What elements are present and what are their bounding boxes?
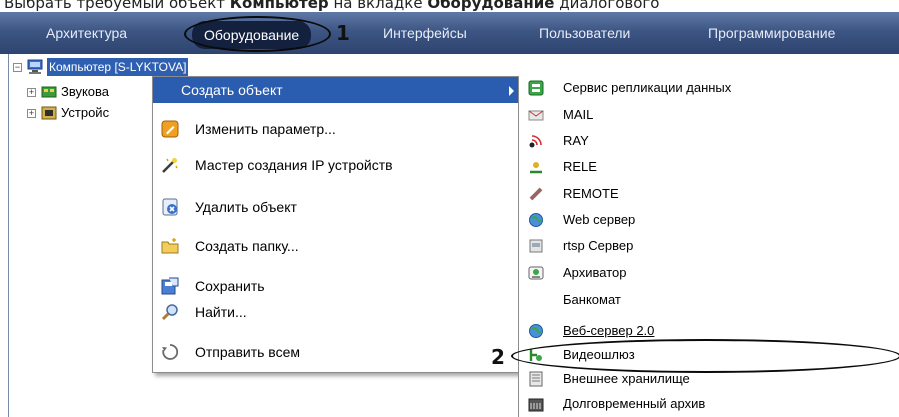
submenu-item-archiver[interactable]: Архиватор xyxy=(519,262,899,284)
collapse-icon[interactable]: − xyxy=(13,63,22,72)
submenu-item-ray[interactable]: RAY xyxy=(519,130,899,152)
folder-icon xyxy=(161,238,179,254)
submenu-item-atm[interactable]: Банкомат xyxy=(519,289,899,311)
storage-icon xyxy=(529,371,543,387)
submenu-item-mail[interactable]: MAIL xyxy=(519,104,899,126)
submenu-item-video-gateway[interactable]: Видеошлюз xyxy=(519,344,899,366)
submenu-item-longterm-archive[interactable]: Долговременный архив xyxy=(519,393,899,415)
submenu-item-rtsp[interactable]: rtsp Сервер xyxy=(519,235,899,257)
caption-bold-computer: Компьютер xyxy=(229,0,329,12)
submenu-item-rele[interactable]: RELE xyxy=(519,156,899,178)
tab-architecture[interactable]: Архитектура xyxy=(46,20,127,46)
video-gateway-icon xyxy=(529,349,542,361)
wizard-icon xyxy=(162,158,178,173)
send-icon xyxy=(162,344,179,360)
menu-item-save[interactable]: Сохранить xyxy=(153,273,522,299)
submenu-item-external-storage[interactable]: Внешнее хранилище xyxy=(519,368,899,390)
longterm-archive-icon xyxy=(528,398,544,412)
submenu-arrow-icon xyxy=(509,86,514,96)
tab-programming[interactable]: Программирование xyxy=(708,20,835,46)
menu-item-create-folder[interactable]: Создать папку... xyxy=(153,233,522,259)
ray-icon xyxy=(529,135,542,148)
web-server-icon xyxy=(529,213,543,227)
create-object-submenu: Сервис репликации данных MAIL RAY RELE R… xyxy=(518,76,899,417)
submenu-item-remote[interactable]: REMOTE xyxy=(519,183,899,205)
tab-users[interactable]: Пользователи xyxy=(539,20,630,46)
caption-bold-equipment: Оборудование xyxy=(427,0,555,12)
mail-icon xyxy=(528,110,544,121)
caption-middle: на вкладке xyxy=(328,0,428,12)
web-server-2-icon xyxy=(529,324,543,338)
replication-icon xyxy=(528,80,544,96)
submenu-item-web-server[interactable]: Web сервер xyxy=(519,209,899,231)
edit-icon xyxy=(161,120,179,138)
step-marker-1: 1 xyxy=(336,21,350,45)
expand-icon[interactable]: + xyxy=(27,109,36,118)
step-marker-2: 2 xyxy=(491,345,505,369)
menu-item-edit-parameter[interactable]: Изменить параметр... xyxy=(153,116,522,142)
search-icon xyxy=(161,304,178,321)
menu-item-find[interactable]: Найти... xyxy=(153,299,522,325)
caption-prefix: Выбрать требуемый объект xyxy=(4,0,230,12)
expand-icon[interactable]: + xyxy=(27,88,36,97)
tab-interfaces[interactable]: Интерфейсы xyxy=(383,20,467,46)
rtsp-icon xyxy=(529,239,543,253)
menu-item-send-all[interactable]: Отправить всем xyxy=(153,339,522,365)
relay-icon xyxy=(530,162,542,174)
context-menu: Создать объект Изменить параметр... Маст… xyxy=(152,76,523,373)
menu-item-ip-wizard[interactable]: Мастер создания IP устройств xyxy=(153,152,522,178)
tab-equipment[interactable]: Оборудование xyxy=(192,21,312,49)
menu-item-create-object[interactable]: Создать объект xyxy=(153,77,522,103)
submenu-item-replication[interactable]: Сервис репликации данных xyxy=(519,77,899,99)
tree-label-computer[interactable]: Компьютер [S-LYKTOVA] xyxy=(47,58,189,76)
menu-item-delete-object[interactable]: Удалить объект xyxy=(153,194,522,220)
device-icon xyxy=(41,106,57,120)
save-icon xyxy=(161,277,179,295)
sound-card-icon xyxy=(41,86,57,98)
delete-icon xyxy=(162,198,178,216)
archiver-icon xyxy=(528,266,544,280)
tree-label-devices[interactable]: Устройс xyxy=(61,104,109,122)
caption-suffix: диалогового xyxy=(554,0,660,12)
submenu-item-web-server-2[interactable]: Веб-сервер 2.0 xyxy=(519,320,899,342)
settings-tab-bar: Архитектура Оборудование Интерфейсы Поль… xyxy=(0,12,899,54)
computer-icon xyxy=(27,59,43,74)
tree-label-sound[interactable]: Звукова xyxy=(61,83,109,101)
remote-icon xyxy=(529,187,543,201)
